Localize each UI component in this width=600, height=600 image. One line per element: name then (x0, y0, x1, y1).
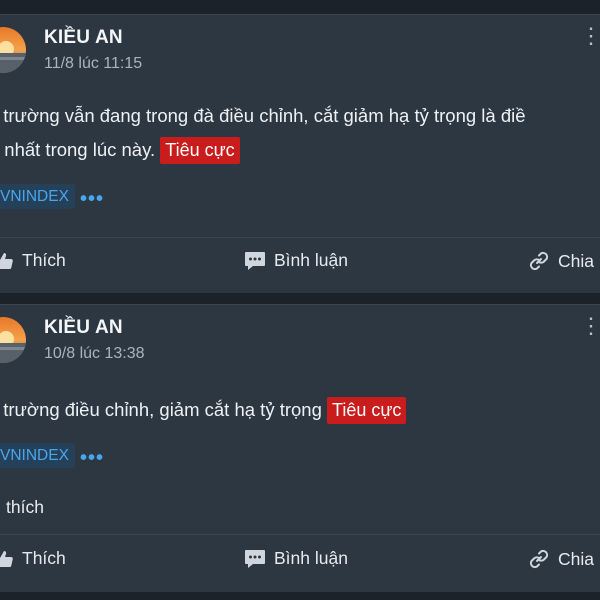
sentiment-badge: Tiêu cực (327, 397, 407, 424)
post-text-line: ị trường điều chỉnh, giảm cắt hạ tỷ trọn… (0, 397, 407, 424)
avatar[interactable] (0, 27, 26, 73)
post-text: ị trường điều chỉnh, giảm cắt hạ tỷ trọn… (0, 399, 322, 420)
post-time[interactable]: 11/8 lúc 11:15 (44, 55, 142, 73)
comment-label: Bình luận (274, 548, 348, 568)
like-label: Thích (22, 250, 66, 270)
thumbs-up-icon (0, 550, 13, 567)
share-button[interactable]: Chia (528, 250, 594, 272)
avatar[interactable] (0, 317, 26, 363)
sentiment-badge: Tiêu cực (160, 137, 240, 164)
comment-label: Bình luận (274, 250, 348, 270)
likes-summary[interactable]: thích (6, 497, 44, 518)
post-text-line: ị trường vẫn đang trong đà điều chỉnh, c… (0, 105, 526, 126)
share-label: Chia (558, 250, 594, 271)
divider (0, 534, 600, 535)
like-label: Thích (22, 548, 66, 568)
post-card: KIỀU AN 10/8 lúc 13:38 ⋮ ị trường điều c… (0, 304, 600, 592)
more-options-icon[interactable]: ⋮ (580, 25, 600, 47)
author-name[interactable]: KIỀU AN (44, 317, 123, 339)
share-label: Chia (558, 548, 594, 569)
post-text-line-2: t nhất trong lúc này. Tiêu cực (0, 137, 240, 164)
comment-icon (245, 549, 265, 568)
comment-button[interactable]: Bình luận (244, 250, 348, 271)
like-button[interactable]: Thích (0, 250, 66, 271)
thumbs-up-icon (0, 252, 13, 269)
post-card: KIỀU AN 11/8 lúc 11:15 ⋮ ị trường vẫn đa… (0, 14, 600, 293)
author-name[interactable]: KIỀU AN (44, 27, 123, 49)
more-options-icon[interactable]: ⋮ (580, 315, 600, 337)
comment-button[interactable]: Bình luận (244, 548, 348, 569)
more-dots-icon[interactable]: ••• (80, 448, 104, 468)
share-button[interactable]: Chia (528, 548, 594, 570)
like-button[interactable]: Thích (0, 548, 66, 569)
stock-tag[interactable]: VNINDEX (0, 184, 75, 209)
more-dots-icon[interactable]: ••• (80, 189, 104, 209)
post-time[interactable]: 10/8 lúc 13:38 (44, 345, 145, 363)
stock-tag[interactable]: VNINDEX (0, 443, 75, 468)
link-icon (529, 251, 549, 271)
divider (0, 237, 600, 238)
comment-icon (245, 251, 265, 270)
post-text: t nhất trong lúc này. (0, 139, 156, 160)
link-icon (529, 549, 549, 569)
